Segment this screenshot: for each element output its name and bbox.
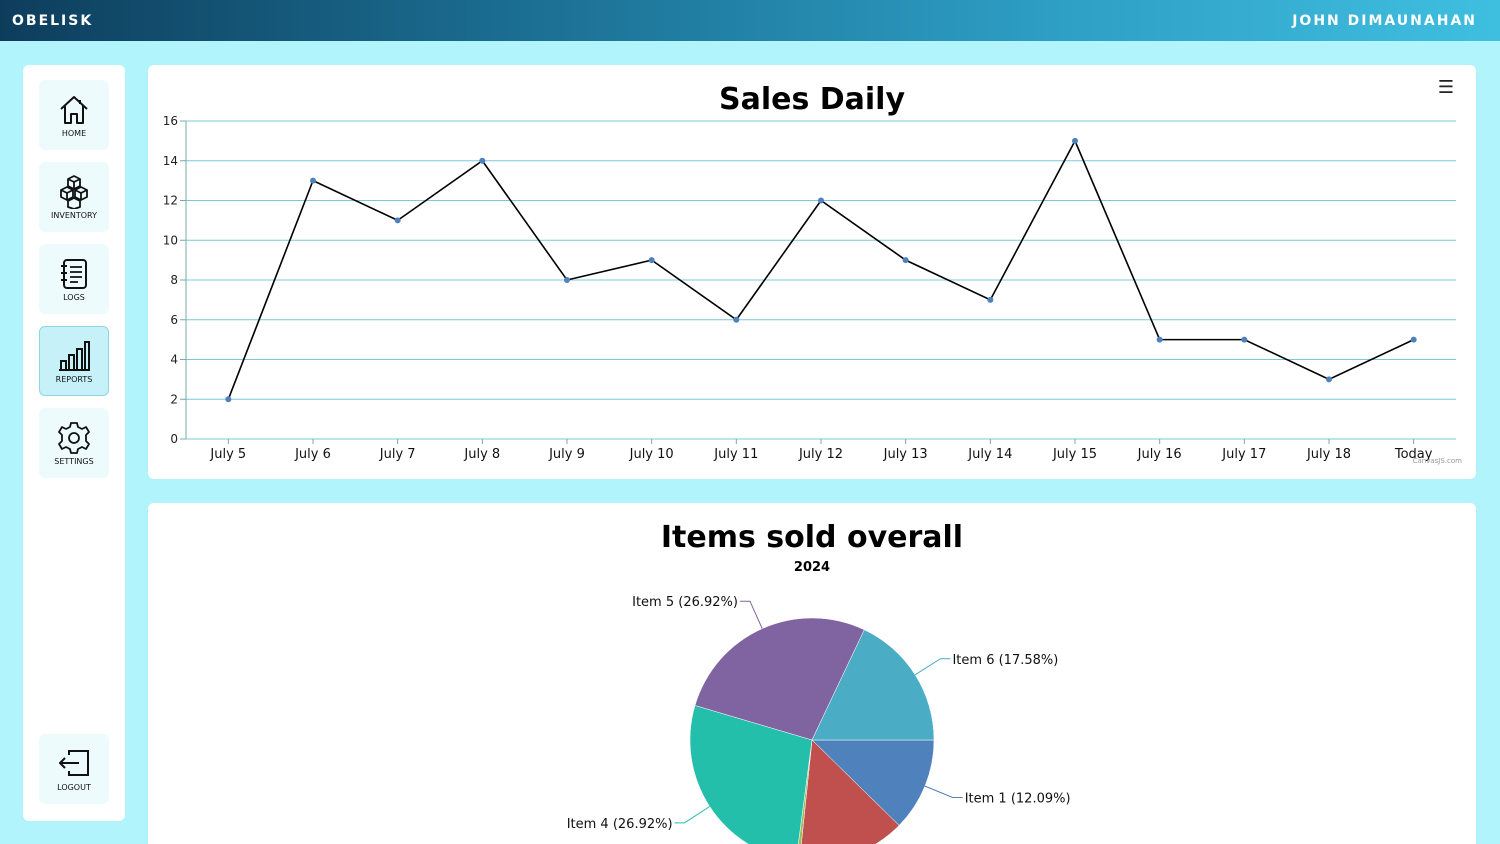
- x-tick-label: July 10: [629, 447, 674, 462]
- nav-inventory[interactable]: INVENTORY: [39, 162, 109, 232]
- chart-title: Items sold overall: [661, 520, 963, 555]
- nav-label-logout: LOGOUT: [57, 782, 91, 792]
- gear-icon: [58, 421, 90, 454]
- x-tick-label: July 14: [967, 447, 1012, 462]
- nav-home[interactable]: HOME: [39, 80, 109, 150]
- brand-logo[interactable]: OBELISK: [12, 13, 93, 29]
- data-point: [564, 277, 570, 283]
- x-tick-label: July 7: [379, 447, 416, 462]
- series-line: [227, 139, 1415, 400]
- nav-settings[interactable]: SETTINGS: [39, 408, 109, 478]
- x-tick-label: July 11: [713, 447, 758, 462]
- y-tick-label: 14: [163, 154, 178, 168]
- nav-logs[interactable]: LOGS: [39, 244, 109, 314]
- x-tick-label: July 5: [209, 447, 246, 462]
- items-sold-chart: Items sold overall 2024 Item 1 (12.09%) Ite…: [567, 520, 1071, 844]
- pie-label-connector: [924, 785, 963, 798]
- sales-daily-card: ☰ Sales Daily 0 2 4 6 8 10 12 14 16 July 5 July 6 Ju…: [148, 65, 1476, 479]
- data-point: [1241, 336, 1248, 343]
- y-tick-label: 6: [170, 313, 178, 327]
- logout-icon: [59, 749, 89, 776]
- pie-label: Item 5 (26.92%): [632, 595, 738, 610]
- y-tick-label: 12: [163, 194, 178, 208]
- nav-label-logs: LOGS: [63, 292, 85, 302]
- hamburger-icon[interactable]: ☰: [1438, 79, 1454, 97]
- sales-daily-chart: Sales Daily 0 2 4 6 8 10 12 14 16 July 5 July 6 July…: [163, 82, 1463, 465]
- nav-label-home: HOME: [61, 128, 87, 138]
- pie-label: Item 6 (17.58%): [952, 653, 1058, 668]
- data-point: [1072, 137, 1078, 144]
- sidebar: HOME INVENTORY LOGS REPORTS SETTINGS LOG…: [23, 65, 125, 821]
- y-tick-label: 2: [170, 392, 178, 406]
- bar-chart-icon: [59, 340, 90, 371]
- nav-label-inventory: INVENTORY: [51, 210, 97, 220]
- x-tick-label: July 13: [883, 447, 928, 462]
- pie-label-connector: [914, 658, 951, 676]
- data-point: [225, 396, 232, 403]
- data-point: [394, 217, 401, 224]
- data-point: [1326, 376, 1332, 383]
- home-icon: [60, 95, 88, 124]
- x-tick-label: July 8: [463, 447, 500, 462]
- items-sold-card: Items sold overall 2024 Item 1 (12.09%) Ite…: [148, 503, 1476, 844]
- data-point: [1410, 336, 1417, 343]
- data-point: [902, 257, 909, 264]
- x-tick-label: July 6: [294, 447, 331, 462]
- pie-label: Item 1 (12.09%): [965, 791, 1071, 806]
- y-tick-label: 10: [163, 233, 178, 247]
- chart-title: Sales Daily: [719, 82, 905, 117]
- y-tick-label: 0: [170, 432, 178, 446]
- user-name[interactable]: JOHN DIMAUNAHAN: [1292, 13, 1477, 29]
- logs-icon: [61, 258, 87, 289]
- top-bar: OBELISK JOHN DIMAUNAHAN: [0, 0, 1500, 41]
- chart-subtitle: 2024: [794, 560, 830, 575]
- x-tick-label: July 16: [1137, 447, 1182, 462]
- y-tick-label: 16: [163, 114, 178, 128]
- data-point: [648, 257, 655, 264]
- watermark: CanvasJS.com: [1413, 457, 1463, 465]
- x-tick-label: July 18: [1306, 447, 1351, 462]
- data-point: [818, 197, 824, 204]
- data-point: [1156, 336, 1163, 343]
- nav-reports[interactable]: REPORTS: [39, 326, 109, 396]
- logout-button[interactable]: LOGOUT: [39, 734, 109, 804]
- pie-label-connector: [674, 806, 710, 824]
- boxes-icon: [60, 174, 88, 209]
- x-tick-label: July 12: [798, 447, 843, 462]
- x-tick-label: July 9: [548, 447, 585, 462]
- y-tick-label: 8: [170, 273, 178, 287]
- nav-label-reports: REPORTS: [55, 374, 93, 384]
- y-tick-label: 4: [170, 353, 178, 367]
- pie-label-connector: [739, 600, 763, 629]
- data-point: [987, 296, 994, 303]
- x-tick-label: July 15: [1052, 447, 1097, 462]
- data-point: [733, 316, 740, 323]
- x-tick-label: July 17: [1221, 447, 1266, 462]
- data-point: [479, 157, 486, 164]
- pie-label: Item 4 (26.92%): [567, 817, 673, 832]
- data-point: [310, 177, 316, 184]
- nav-label-settings: SETTINGS: [54, 456, 94, 466]
